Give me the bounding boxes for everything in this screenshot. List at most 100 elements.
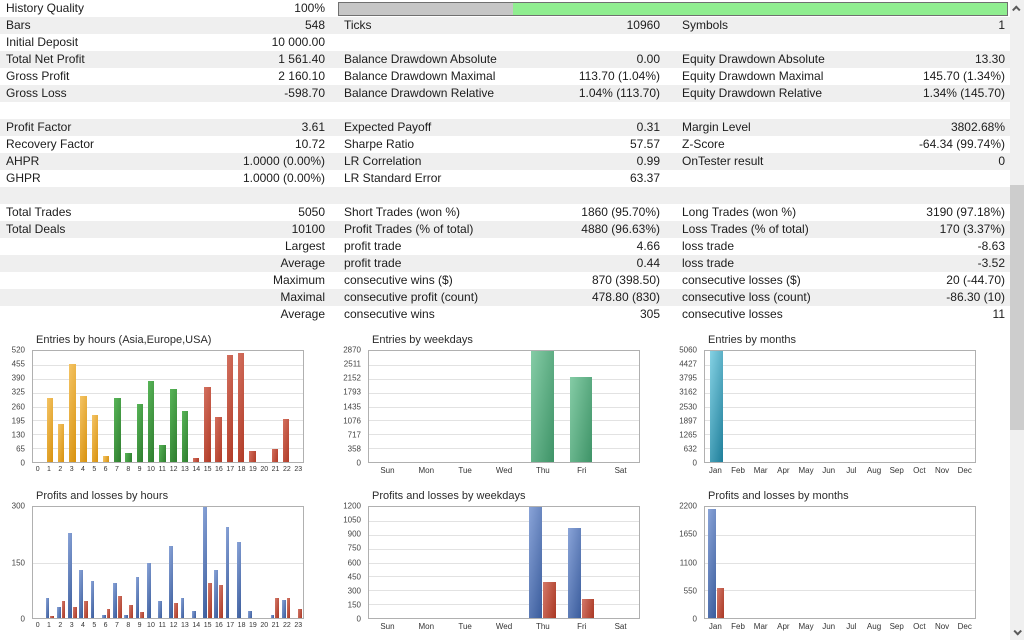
- bar-group-9: [134, 507, 145, 618]
- bar-group-May: [795, 351, 818, 462]
- stat-label: Total Trades: [0, 204, 71, 221]
- stat-label: Balance Drawdown Absolute: [338, 51, 497, 68]
- stat-value: -64.34 (99.74%): [919, 136, 1010, 153]
- stat-label: consecutive wins ($): [338, 272, 453, 289]
- bar-group-17: [224, 351, 235, 462]
- bar-group-Thu: [523, 507, 562, 618]
- x-tick-label: Sun: [368, 466, 407, 478]
- bar-profit-9: [136, 577, 140, 618]
- y-tick-label: 2530: [679, 402, 697, 411]
- x-tick-label: 14: [191, 622, 202, 634]
- bar-group-22: [281, 351, 292, 462]
- stats-row: History Quality100%: [0, 0, 1010, 17]
- stats-cell: [338, 102, 676, 119]
- stat-label: Short Trades (won %): [338, 204, 460, 221]
- x-tick-label: 19: [247, 466, 258, 478]
- bar-group-0: [33, 351, 44, 462]
- stats-cell: Sharpe Ratio 57.57: [338, 136, 676, 153]
- stats-row: Maximalconsecutive profit (count)478.80 …: [0, 289, 1010, 306]
- bar-group-1: [44, 351, 55, 462]
- x-tick-label: 3: [66, 466, 77, 478]
- bar-profit-19: [248, 611, 252, 618]
- bar-group-6: [101, 507, 112, 618]
- x-tick-label: 3: [66, 622, 77, 634]
- chart-entries-by-hours: Entries by hours (Asia,Europe,USA) 52045…: [0, 330, 336, 480]
- y-axis: 520455390325260195130650: [0, 350, 29, 463]
- y-tick-label: 600: [348, 558, 361, 567]
- stats-row: Gross Loss-598.70Balance Drawdown Relati…: [0, 85, 1010, 102]
- x-tick-label: 10: [145, 466, 156, 478]
- stat-value: 0: [998, 153, 1010, 170]
- bar-group-2: [56, 351, 67, 462]
- y-tick-label: 1435: [343, 402, 361, 411]
- bar-group-8: [123, 507, 134, 618]
- stat-value: 57.57: [630, 136, 676, 153]
- plot-area: [368, 350, 640, 463]
- x-tick-label: Tue: [446, 622, 485, 634]
- x-axis: 01234567891011121314151617181920212223: [32, 622, 304, 634]
- bar-entries-13: [182, 411, 189, 462]
- stats-cell: Average: [0, 255, 338, 272]
- stat-label: LR Correlation: [338, 153, 421, 170]
- x-tick-label: 17: [225, 466, 236, 478]
- y-tick-label: 0: [693, 459, 697, 468]
- stats-row: Total Trades5050Short Trades (won %)1860…: [0, 204, 1010, 221]
- bar-group-Fri: [562, 351, 601, 462]
- y-tick-label: 358: [348, 444, 361, 453]
- bar-entries-Fri: [570, 377, 592, 462]
- stat-value: 478.80 (830): [592, 289, 676, 306]
- stats-cell: Z-Score-64.34 (99.74%): [676, 136, 1010, 153]
- x-tick-label: Feb: [727, 466, 750, 478]
- bar-group-Feb: [728, 507, 751, 618]
- stat-label: [0, 255, 6, 272]
- x-tick-label: Tue: [446, 466, 485, 478]
- stat-label: Sharpe Ratio: [338, 136, 414, 153]
- stat-label: Symbols: [676, 17, 728, 34]
- stat-value: 3802.68%: [951, 119, 1010, 136]
- bar-group-7: [112, 351, 123, 462]
- scrollbar-thumb[interactable]: [1010, 185, 1024, 430]
- bar-entries-11: [159, 445, 166, 462]
- bar-group-3: [67, 507, 78, 618]
- stat-label: [0, 306, 6, 323]
- x-tick-label: Jan: [704, 622, 727, 634]
- x-tick-label: 1: [43, 466, 54, 478]
- x-tick-label: Sun: [368, 622, 407, 634]
- x-tick-label: 12: [168, 466, 179, 478]
- bar-loss-4: [84, 601, 88, 618]
- stat-value: 1: [998, 17, 1010, 34]
- vertical-scrollbar[interactable]: [1010, 0, 1024, 640]
- scroll-down-button[interactable]: [1010, 623, 1024, 640]
- y-tick-label: 1200: [343, 502, 361, 511]
- y-tick-label: 900: [348, 530, 361, 539]
- history-quality-fill: [513, 3, 1007, 15]
- x-tick-label: 21: [270, 622, 281, 634]
- bar-loss-Thu: [543, 582, 556, 618]
- x-tick-label: Jul: [840, 466, 863, 478]
- bar-profit-Fri: [568, 528, 581, 618]
- stats-cell: consecutive losses11: [676, 306, 1010, 323]
- stats-cell: AHPR1.0000 (0.00%): [0, 153, 338, 170]
- stats-cell: profit trade0.44: [338, 255, 676, 272]
- y-tick-label: 0: [357, 615, 361, 624]
- chart-title: Entries by months: [708, 334, 796, 346]
- stats-cell: Expected Payoff0.31: [338, 119, 676, 136]
- bar-group-21: [269, 351, 280, 462]
- bar-group-5: [89, 351, 100, 462]
- stat-label: profit trade: [338, 255, 401, 272]
- stats-cell: Profit Factor3.61: [0, 119, 338, 136]
- stats-cell: LR Standard Error63.37: [338, 170, 676, 187]
- stats-cell: Recovery Factor10.72: [0, 136, 338, 153]
- bar-loss-Fri: [582, 599, 595, 618]
- y-axis: 120010509007506004503001500: [336, 506, 365, 619]
- y-tick-label: 0: [21, 459, 25, 468]
- stats-cell: loss trade-8.63: [676, 238, 1010, 255]
- stats-row: [0, 102, 1010, 119]
- charts-grid: Entries by hours (Asia,Europe,USA) 52045…: [0, 330, 1010, 636]
- bar-entries-15: [204, 387, 211, 462]
- bar-entries-4: [80, 396, 87, 462]
- x-tick-label: Sat: [601, 622, 640, 634]
- scroll-up-button[interactable]: [1010, 0, 1024, 17]
- bar-profit-22: [282, 600, 286, 618]
- stat-label: Total Deals: [0, 221, 65, 238]
